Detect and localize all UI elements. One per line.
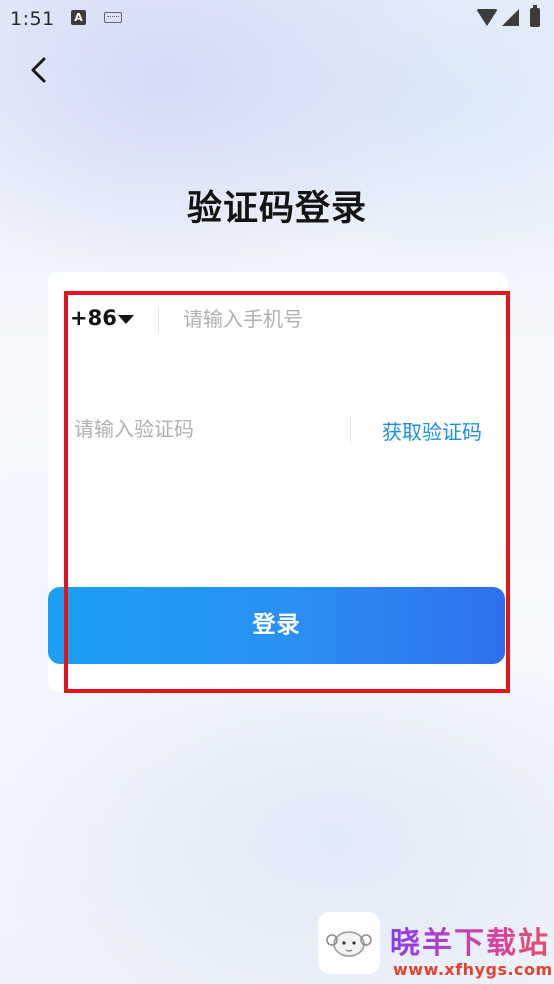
signal-icon — [502, 9, 519, 26]
sheep-icon — [326, 931, 372, 957]
chevron-left-icon — [31, 57, 46, 83]
status-time: 1:51 — [10, 8, 55, 30]
page-title: 验证码登录 — [186, 189, 367, 229]
highlight-box — [64, 291, 510, 693]
back-button[interactable] — [22, 52, 58, 88]
notification-a-icon: A — [71, 10, 86, 25]
watermark-url: www.xfhygs.com — [393, 960, 553, 979]
status-bar: 1:51 A — [0, 0, 554, 38]
wifi-icon — [476, 9, 498, 26]
battery-icon — [530, 5, 540, 27]
watermark-logo — [318, 912, 380, 974]
keyboard-icon — [104, 12, 122, 23]
watermark-site-name: 晓羊下载站 — [390, 918, 550, 962]
